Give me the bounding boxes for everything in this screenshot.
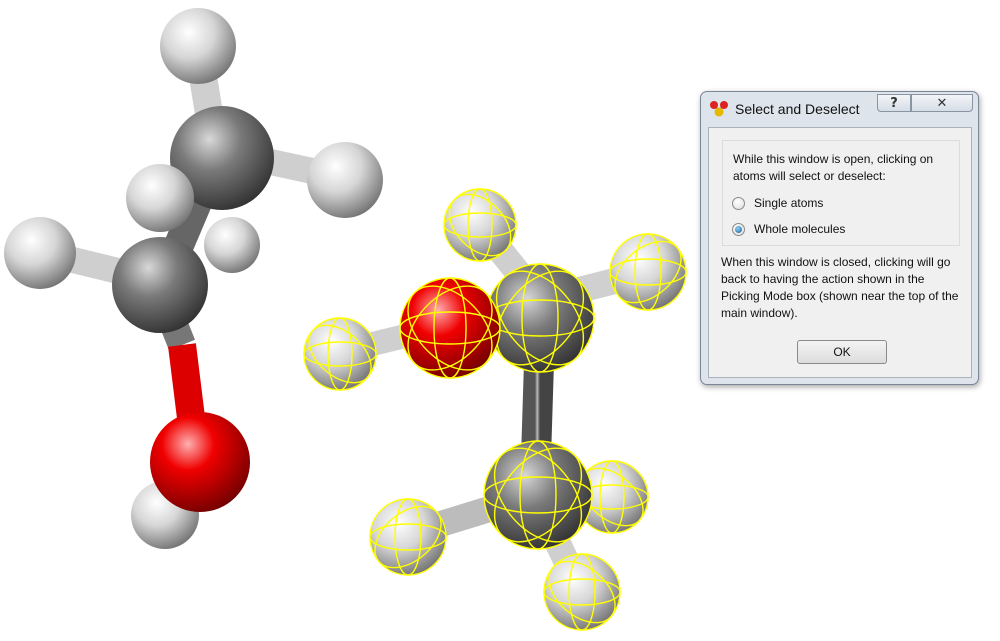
radio-button[interactable] xyxy=(732,222,745,236)
radio-single-atoms[interactable]: Single atoms xyxy=(732,194,823,212)
dialog-title: Select and Deselect xyxy=(735,101,860,117)
carbon-atom-selected[interactable] xyxy=(477,432,599,558)
hydrogen-atom-selected[interactable] xyxy=(537,549,626,635)
molecule-app-icon xyxy=(710,101,728,117)
radio-label: Single atoms xyxy=(754,196,824,210)
hydrogen-atom-selected[interactable] xyxy=(363,494,452,580)
hydrogen-atom-selected[interactable] xyxy=(298,314,381,394)
molecule-right-selected[interactable] xyxy=(298,183,692,635)
radio-label: Whole molecules xyxy=(754,222,846,236)
hydrogen-atom[interactable] xyxy=(160,8,236,84)
ok-button[interactable]: OK xyxy=(797,340,887,364)
intro-text: While this window is open, clicking on a… xyxy=(733,152,934,183)
selection-mode-group: While this window is open, clicking on a… xyxy=(722,140,960,246)
note-text: When this window is closed, clicking wil… xyxy=(721,255,959,320)
radio-selected-dot xyxy=(735,225,742,233)
select-deselect-dialog: Select and Deselect ? ✕ While this windo… xyxy=(700,91,979,385)
radio-button[interactable] xyxy=(732,196,745,210)
hydrogen-atom-selected[interactable] xyxy=(603,229,692,315)
hydrogen-atom[interactable] xyxy=(307,142,383,218)
hydrogen-atom[interactable] xyxy=(126,164,194,232)
close-icon: ✕ xyxy=(936,95,948,111)
oxygen-atom[interactable] xyxy=(150,412,250,512)
molecule-left[interactable] xyxy=(4,8,383,549)
dialog-body: While this window is open, clicking on a… xyxy=(708,127,972,378)
oxygen-atom-selected[interactable] xyxy=(392,270,508,386)
carbon-atom[interactable] xyxy=(112,237,208,333)
hydrogen-atom[interactable] xyxy=(4,217,76,289)
help-icon: ? xyxy=(890,95,898,111)
radio-whole-molecules[interactable]: Whole molecules xyxy=(732,220,845,238)
hydrogen-atom[interactable] xyxy=(204,217,260,273)
dialog-titlebar[interactable]: Select and Deselect ? ✕ xyxy=(701,92,978,126)
help-button[interactable]: ? xyxy=(877,94,911,112)
close-button[interactable]: ✕ xyxy=(911,94,973,112)
